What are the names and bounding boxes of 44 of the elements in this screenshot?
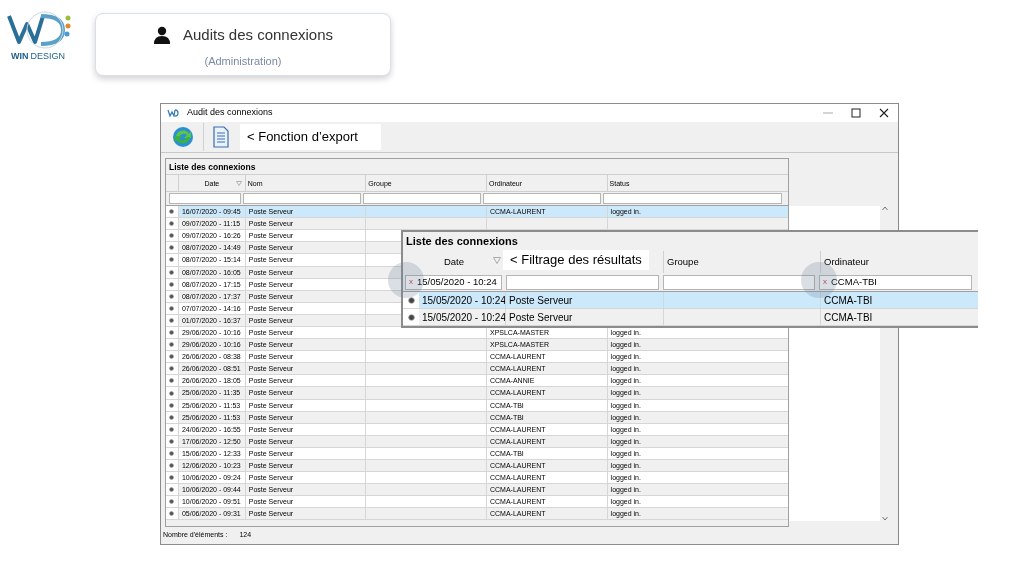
export-note: < Fonction d’export [240,124,381,150]
brand-name: DESIGN [30,51,65,61]
column-header[interactable]: Date [403,251,505,273]
filter-field[interactable] [483,193,601,205]
brand-name: WIN [11,51,29,61]
sort-icon[interactable] [235,181,242,187]
filter-field[interactable] [506,274,659,290]
refresh-icon[interactable] [171,125,195,149]
column-header[interactable]: Groupe [663,251,820,273]
table-cell: CCMA-TBI [820,292,978,308]
clear-filter-button[interactable]: x [823,276,827,288]
row-icon [407,296,415,304]
clear-filter-button[interactable]: x [409,276,413,288]
table-cell-text: 15/05/2020 - 10:24 [421,311,505,325]
document-icon[interactable] [212,126,230,148]
filter-field[interactable] [663,274,815,290]
user-icon [152,26,171,45]
filter-value: CCMA-TBI [831,274,877,289]
window-title: Audit des connexions [187,106,274,120]
grid-caption: Liste des connexions [166,159,788,176]
filter-field[interactable] [169,193,241,205]
table-cell-text: 15/05/2020 - 10:24 [421,294,505,308]
filter-field[interactable]: x CCMA-TBI [819,274,972,290]
filter-field[interactable] [243,193,361,205]
filter-field[interactable] [603,193,782,205]
scroll-up-icon[interactable] [882,206,888,212]
scroll-down-icon[interactable] [882,516,888,522]
filter-field[interactable]: x 15/05/2020 - 10:24 [405,274,502,290]
table-cell: Poste Serveur [505,292,663,308]
filter-field[interactable] [363,193,481,205]
table-cell: CCMA-TBI [820,309,978,325]
table-row[interactable]: 15/05/2020 - 10:24 Poste Serveur CCMA-TBI [403,309,978,326]
column-header[interactable]: Ordinateur [820,251,978,273]
card-title: Audits des connexions [182,25,334,45]
table-cell: Poste Serveur [505,309,663,325]
sort-icon[interactable] [493,257,501,264]
row-icon [407,313,415,321]
filter-value: 15/05/2020 - 10:24 [417,274,497,289]
app-icon [167,109,179,117]
card-subtitle: (Administration) [204,53,282,69]
filter-note: < Filtrage des résultats [503,250,649,270]
table-row[interactable]: 15/05/2020 - 10:24 Poste Serveur CCMA-TBI [403,292,978,309]
logo-icon [5,10,71,50]
grid-caption: Liste des connexions [405,234,519,249]
